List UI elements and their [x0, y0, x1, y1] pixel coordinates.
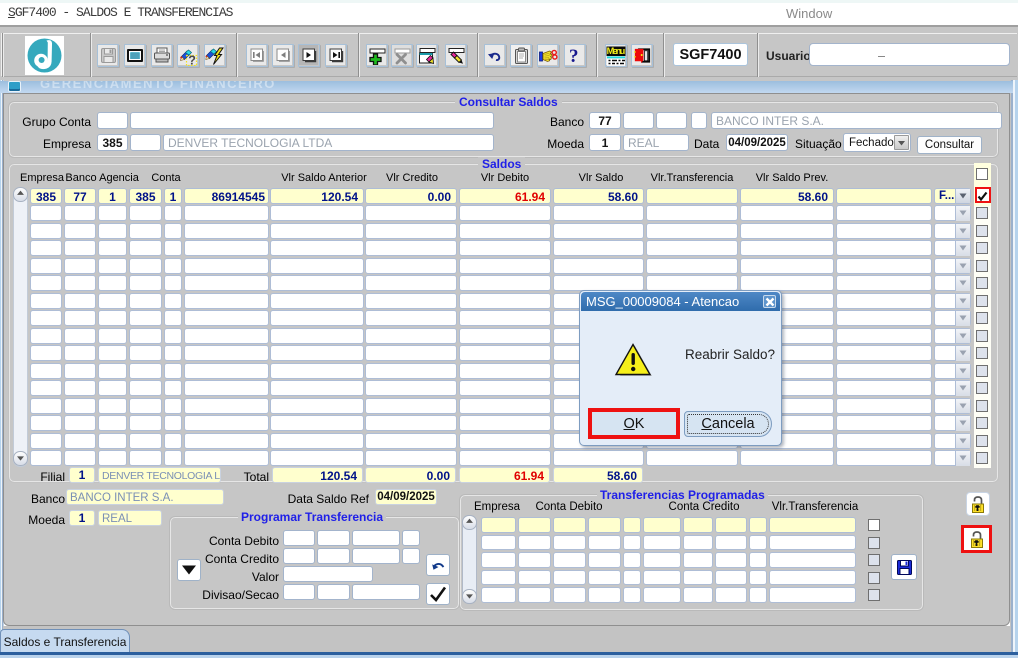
svg-text:?: ? — [569, 46, 579, 66]
svg-text:?: ? — [188, 53, 196, 65]
svg-text:Menu: Menu — [607, 46, 626, 56]
